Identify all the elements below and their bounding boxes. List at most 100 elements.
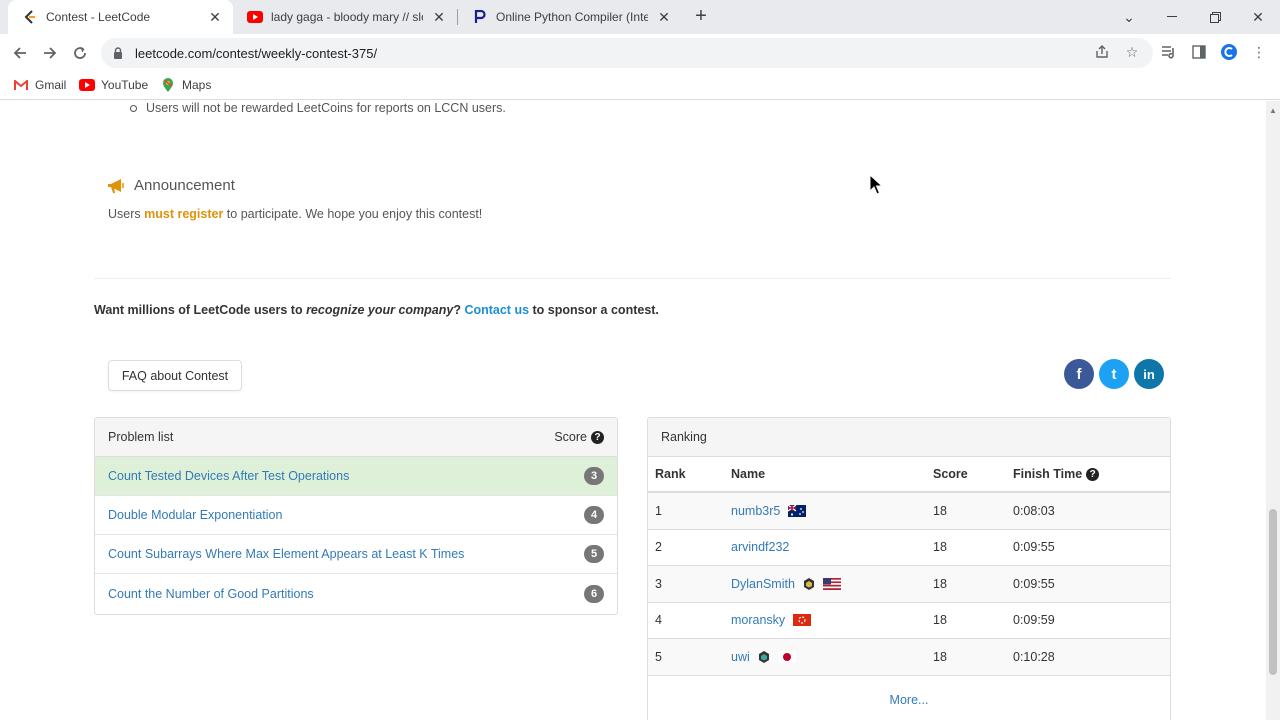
megaphone-icon — [107, 178, 125, 194]
bookmarks-bar: Gmail YouTube Maps — [0, 72, 1280, 100]
user-link[interactable]: moransky — [731, 613, 785, 627]
problem-row[interactable]: Count the Number of Good Partitions 6 — [95, 574, 617, 613]
col-name: Name — [731, 467, 766, 481]
leetcode-icon — [22, 9, 38, 25]
sponsor-text: Want millions of LeetCode users to recog… — [94, 303, 659, 317]
usa-flag-icon — [822, 577, 841, 590]
youtube-icon — [247, 9, 263, 25]
rule-text: Users will not be rewarded LeetCoins for… — [146, 101, 506, 115]
address-bar[interactable]: leetcode.com/contest/weekly-contest-375/ — [101, 38, 1153, 68]
problem-row[interactable]: Count Tested Devices After Test Operatio… — [95, 457, 617, 496]
close-icon[interactable]: ✕ — [207, 9, 223, 25]
col-finish-time: Finish Time ? — [1013, 467, 1170, 481]
problem-list-title: Problem list — [108, 430, 174, 444]
user-link[interactable]: DylanSmith — [731, 577, 795, 591]
score-badge: 5 — [584, 545, 604, 563]
tab-title: Contest - LeetCode — [46, 10, 151, 24]
maps-icon — [160, 77, 176, 93]
bookmark-gmail[interactable]: Gmail — [13, 77, 66, 93]
restore-icon[interactable] — [1193, 0, 1237, 34]
scroll-thumb[interactable] — [1269, 509, 1277, 675]
ranking-row: 4 moransky 18 0:09:59 — [648, 603, 1170, 639]
back-arrow-icon[interactable] — [8, 41, 32, 65]
score-badge: 3 — [584, 467, 604, 485]
tab-title: lady gaga - bloody mary // slowe — [271, 10, 423, 24]
problem-link[interactable]: Count Subarrays Where Max Element Appear… — [108, 547, 464, 561]
problem-link[interactable]: Count Tested Devices After Test Operatio… — [108, 469, 349, 483]
forward-arrow-icon[interactable] — [38, 41, 62, 65]
score-label: Score — [554, 430, 587, 444]
ranking-row: 5 uwi 18 0:10:28 — [648, 639, 1170, 676]
bookmark-label: Gmail — [35, 78, 67, 92]
divider — [94, 278, 1171, 279]
problem-row[interactable]: Count Subarrays Where Max Element Appear… — [95, 535, 617, 574]
problem-link[interactable]: Double Modular Exponentiation — [108, 508, 282, 522]
share-icon[interactable] — [1092, 42, 1112, 62]
kebab-menu-icon[interactable]: ⋮ — [1248, 41, 1270, 63]
must-register-link[interactable]: must register — [144, 207, 223, 221]
browser-toolbar: leetcode.com/contest/weekly-contest-375/… — [0, 34, 1280, 72]
scroll-up-icon[interactable]: ▲ — [1269, 107, 1277, 115]
ranking-row: 3 DylanSmith 18 0:09:55 — [648, 566, 1170, 603]
tab-python-compiler[interactable]: Online Python Compiler (Interpre ✕ — [458, 0, 682, 34]
user-link[interactable]: numb3r5 — [731, 504, 780, 518]
bookmark-star-icon[interactable]: ☆ — [1122, 42, 1142, 62]
linkedin-share-icon[interactable]: in — [1134, 359, 1164, 389]
more-rankings-link[interactable]: More... — [648, 676, 1170, 720]
announcement-text: Users must register to participate. We h… — [108, 207, 483, 221]
col-rank: Rank — [655, 467, 686, 481]
user-link[interactable]: uwi — [731, 650, 750, 664]
problem-row[interactable]: Double Modular Exponentiation 4 — [95, 496, 617, 535]
profile-avatar-icon[interactable] — [1218, 41, 1240, 63]
user-link[interactable]: arvindf232 — [731, 540, 789, 554]
score-badge: 4 — [584, 506, 604, 524]
lock-icon — [113, 47, 125, 59]
bookmark-label: YouTube — [101, 78, 149, 92]
ranking-row: 2 arvindf232 18 0:09:55 — [648, 530, 1170, 566]
browser-tab-bar: Contest - LeetCode ✕ lady gaga - bloody … — [0, 0, 1280, 34]
twitter-share-icon[interactable]: t — [1099, 359, 1129, 389]
close-icon[interactable]: ✕ — [431, 9, 447, 25]
page-scrollbar[interactable]: ▲ — [1266, 101, 1280, 720]
rule-list-item: Users will not be rewarded LeetCoins for… — [130, 101, 506, 115]
faq-about-contest-button[interactable]: FAQ about Contest — [108, 360, 242, 391]
reading-list-icon[interactable] — [1158, 41, 1180, 63]
australia-flag-icon — [788, 504, 807, 517]
announcement-title: Announcement — [134, 177, 235, 194]
help-icon[interactable]: ? — [1086, 467, 1100, 481]
col-score: Score — [933, 467, 968, 481]
score-badge: 6 — [584, 584, 604, 603]
tab-search-chevron-icon[interactable]: ⌄ — [1107, 0, 1151, 34]
contact-us-link[interactable]: Contact us — [464, 303, 529, 317]
reload-icon[interactable] — [68, 41, 92, 65]
url-text: leetcode.com/contest/weekly-contest-375/ — [135, 45, 378, 61]
ranking-header: Ranking — [648, 418, 1170, 457]
minimize-icon[interactable] — [1150, 0, 1194, 34]
youtube-icon — [79, 77, 95, 93]
new-tab-button[interactable]: + — [691, 6, 711, 27]
medal-icon — [803, 577, 814, 590]
tab-title: Online Python Compiler (Interpre — [496, 10, 648, 24]
mouse-cursor-icon — [869, 174, 883, 195]
ranking-panel: Ranking Rank Name Score Finish Time ? 1 … — [647, 417, 1171, 720]
medal-icon — [758, 650, 769, 663]
facebook-share-icon[interactable]: f — [1064, 359, 1094, 389]
problem-link[interactable]: Count the Number of Good Partitions — [108, 587, 314, 601]
problem-list-panel: Problem list Score ? Count Tested Device… — [94, 417, 618, 615]
close-icon[interactable]: ✕ — [656, 9, 672, 25]
ranking-row: 1 numb3r5 18 0:08:03 — [648, 493, 1170, 530]
bookmark-maps[interactable]: Maps — [160, 77, 211, 93]
programiz-icon — [472, 9, 488, 25]
ranking-title: Ranking — [661, 430, 707, 444]
bookmark-youtube[interactable]: YouTube — [79, 77, 148, 93]
contest-page: Users will not be rewarded LeetCoins for… — [0, 101, 1266, 720]
bookmark-label: Maps — [182, 78, 212, 92]
problem-list-header: Problem list Score ? — [95, 418, 617, 457]
help-icon[interactable]: ? — [591, 430, 604, 444]
tab-contest-leetcode[interactable]: Contest - LeetCode ✕ — [8, 0, 233, 34]
bullet-icon — [130, 104, 137, 112]
side-panel-icon[interactable] — [1188, 41, 1210, 63]
window-close-icon[interactable]: ✕ — [1236, 0, 1280, 34]
hongkong-flag-icon — [793, 614, 812, 627]
tab-youtube-video[interactable]: lady gaga - bloody mary // slowe ✕ — [233, 0, 457, 34]
